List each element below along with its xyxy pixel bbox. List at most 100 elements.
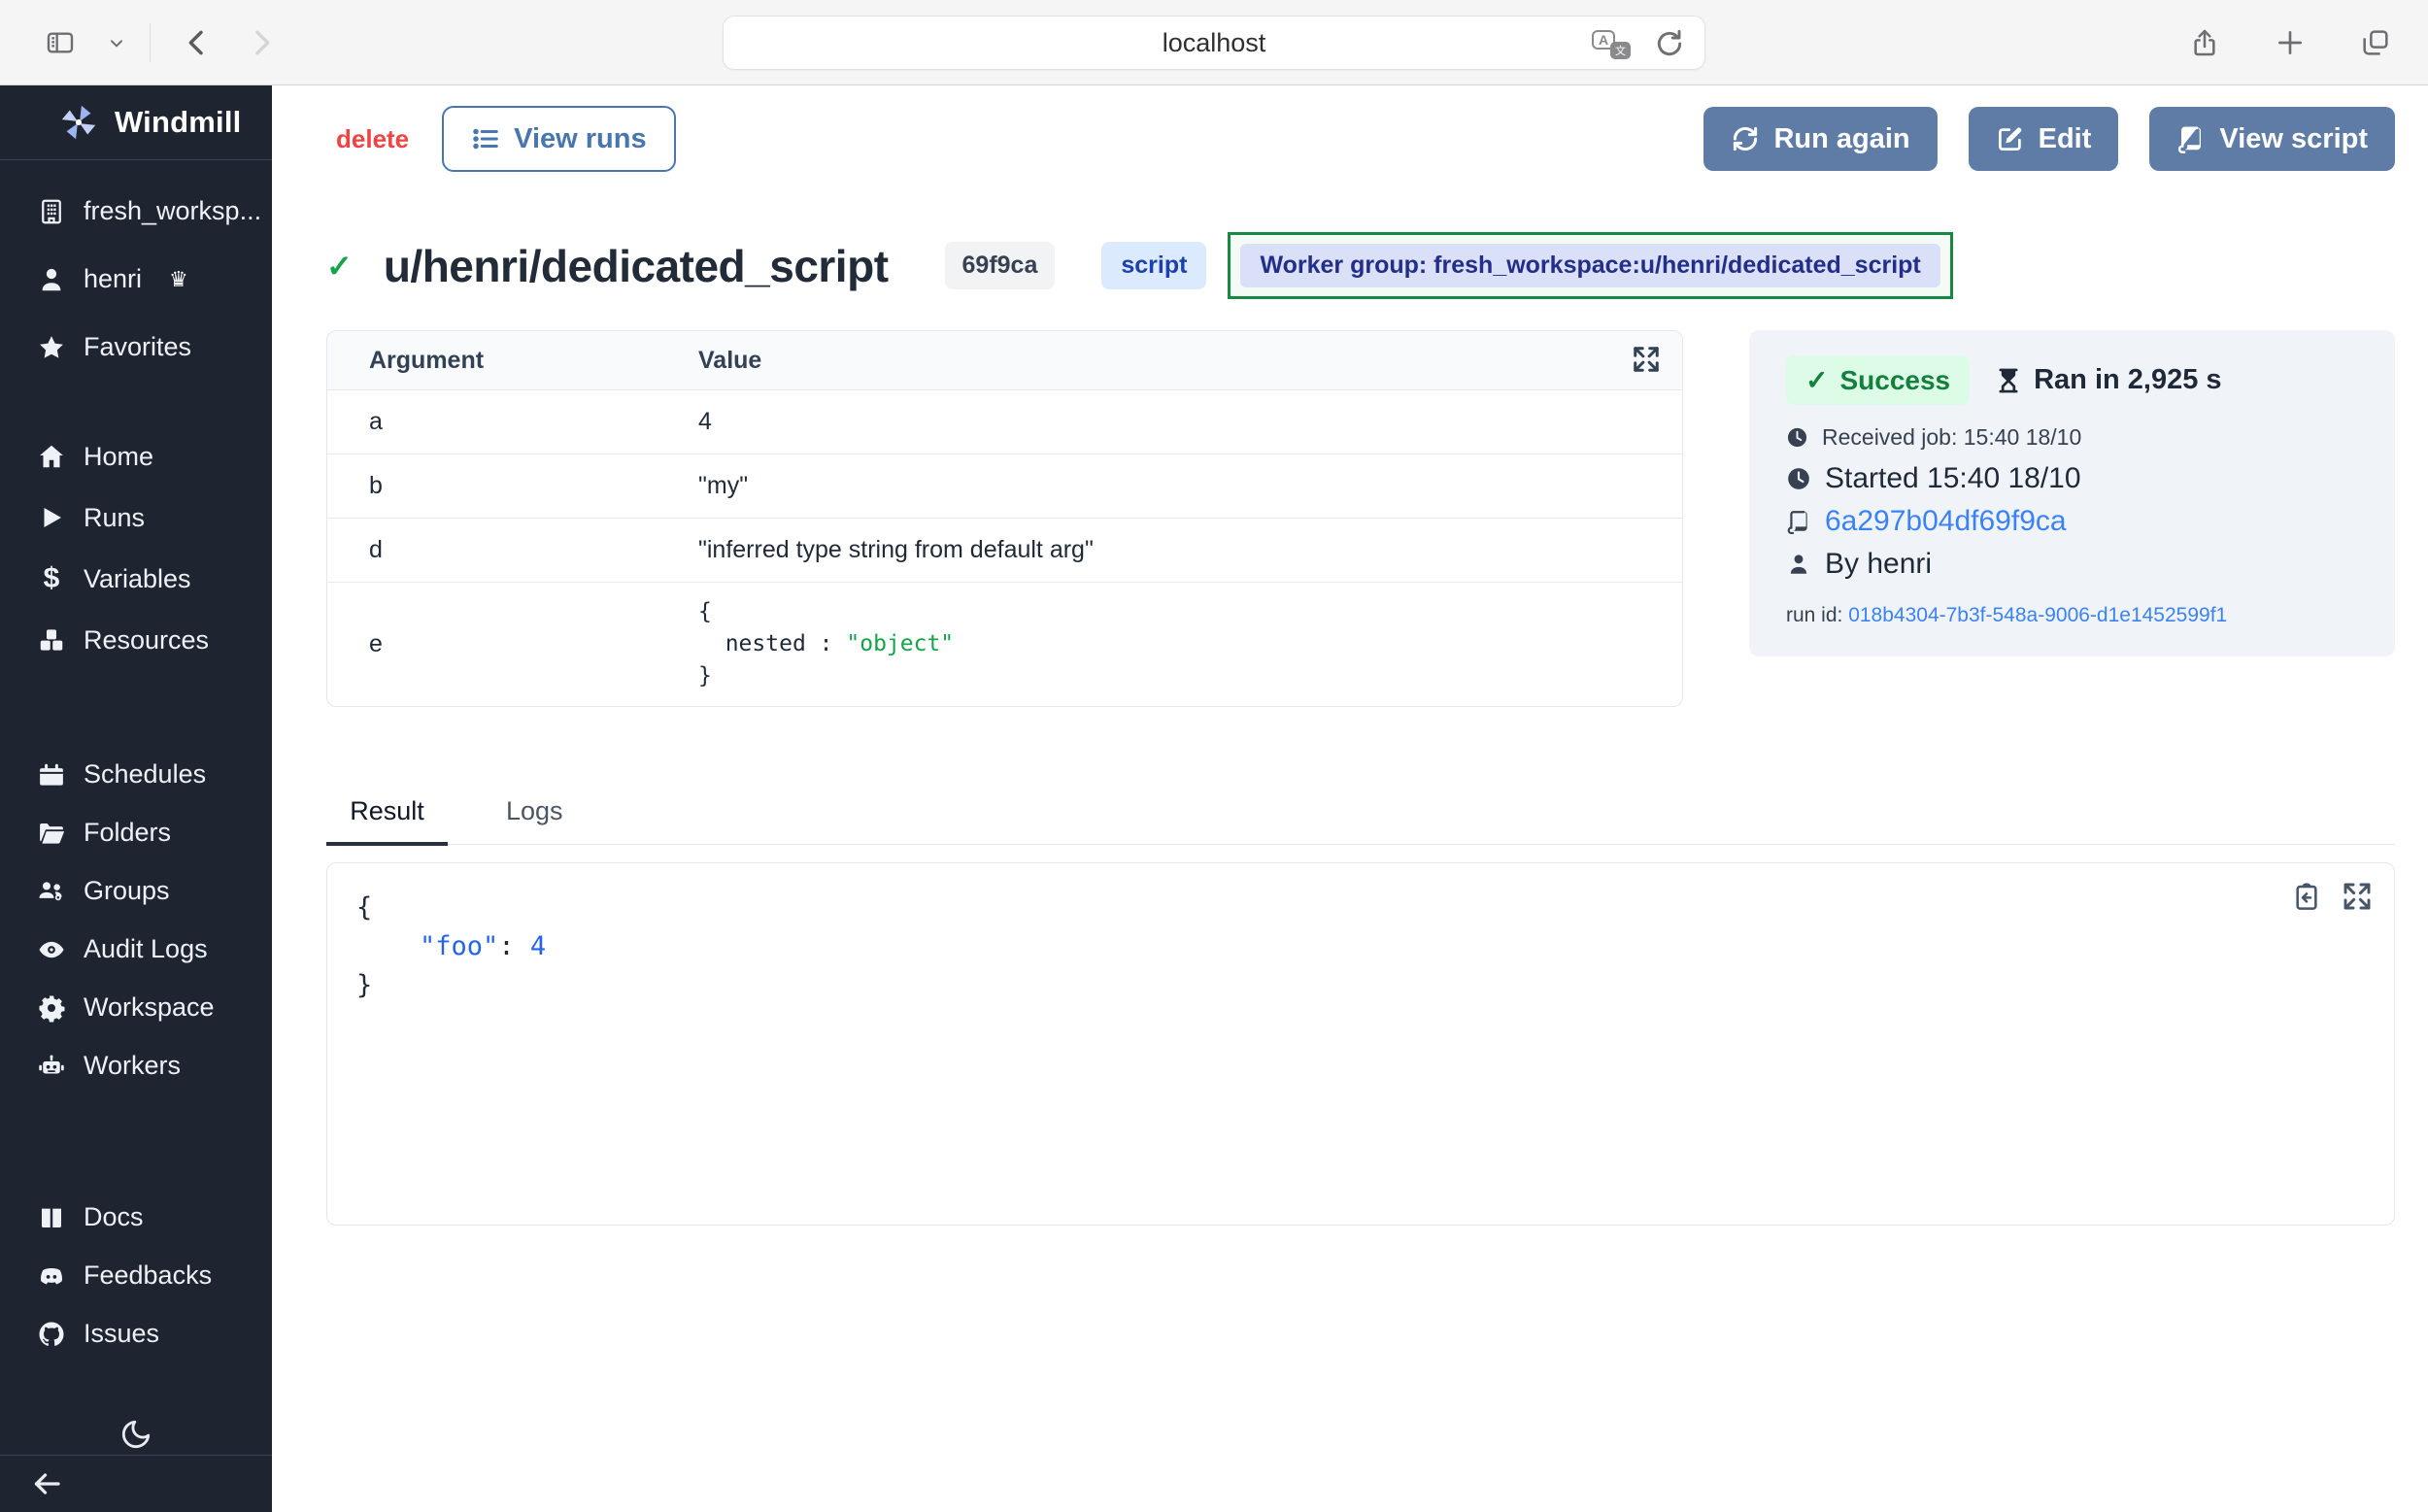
sidebar-item-favorites[interactable]: Favorites (0, 314, 272, 382)
tab-logs[interactable]: Logs (506, 796, 563, 844)
sidebar-item-home[interactable]: Home (0, 426, 272, 487)
arguments-table: Argument Value a 4 b "my" d "inferred ty… (326, 330, 1683, 707)
chevron-down-icon[interactable] (107, 25, 126, 60)
address-bar[interactable]: localhost A 文 (723, 16, 1705, 70)
dollar-icon: $ (37, 564, 66, 593)
script-hash-chip[interactable]: 69f9ca (945, 242, 1056, 289)
run-id-link[interactable]: 018b4304-7b3f-548a-9006-d1e1452599f1 (1848, 604, 2227, 626)
translate-icon[interactable]: A 文 (1592, 28, 1631, 59)
sidebar: Windmill fresh_worksp... henri ♛ (0, 85, 272, 1512)
sidebar-label-feedbacks: Feedbacks (84, 1260, 212, 1291)
sidebar-item-issues[interactable]: Issues (0, 1305, 272, 1363)
status-badge: ✓ Success (1786, 355, 1970, 405)
sidebar-item-docs[interactable]: Docs (0, 1189, 272, 1247)
job-status-panel: ✓ Success Ran in 2,925 s Received job: 1… (1749, 330, 2395, 656)
boxes-icon (37, 625, 66, 655)
args-header-argument: Argument (327, 347, 698, 375)
back-button[interactable] (180, 25, 215, 60)
browser-toolbar: localhost A 文 (0, 0, 2428, 85)
robot-icon (37, 1052, 66, 1081)
sidebar-label-docs: Docs (84, 1202, 144, 1232)
sidebar-label-workspace: Workspace (84, 992, 215, 1023)
sidebar-item-variables[interactable]: $ Variables (0, 549, 272, 610)
windmill-logo-icon (56, 100, 101, 145)
sidebar-label-groups: Groups (84, 876, 170, 906)
duration: Ran in 2,925 s (1995, 364, 2221, 396)
url-text: localhost (1163, 28, 1266, 58)
byline-text: By henri (1825, 548, 1932, 581)
tab-result[interactable]: Result (326, 796, 448, 846)
edit-label: Edit (2039, 123, 2092, 155)
received-text: Received job: 15:40 18/10 (1822, 424, 2081, 451)
view-runs-label: View runs (514, 123, 646, 155)
worker-group-chip[interactable]: Worker group: fresh_workspace:u/henri/de… (1240, 244, 1939, 287)
new-tab-icon[interactable] (2273, 25, 2308, 60)
table-row: e { nested : "object"} (327, 582, 1682, 706)
view-runs-button[interactable]: View runs (442, 106, 675, 172)
arg-name: d (327, 536, 698, 564)
started-line: Started 15:40 18/10 (1786, 462, 2358, 495)
discord-icon (37, 1261, 66, 1291)
success-check-icon: ✓ (326, 248, 353, 285)
star-icon (37, 333, 66, 362)
view-script-button[interactable]: View script (2149, 107, 2395, 171)
sidebar-item-audit-logs[interactable]: Audit Logs (0, 921, 272, 979)
scroll-icon (2176, 124, 2206, 153)
forward-button[interactable] (244, 25, 279, 60)
expand-args-icon[interactable] (1632, 345, 1665, 378)
script-hash-link[interactable]: 6a297b04df69f9ca (1825, 505, 2067, 538)
arg-value: "inferred type string from default arg" (698, 536, 1682, 564)
sidebar-label-home: Home (84, 442, 153, 472)
sidebar-item-schedules[interactable]: Schedules (0, 746, 272, 804)
translate-wen-bubble: 文 (1610, 42, 1631, 59)
windmill-logo[interactable]: Windmill (0, 85, 272, 159)
sidebar-item-workspace-settings[interactable]: Workspace (0, 979, 272, 1037)
user-icon (1786, 552, 1811, 577)
check-icon: ✓ (1805, 364, 1828, 396)
collapse-sidebar-button[interactable] (25, 1462, 68, 1505)
users-icon (37, 877, 66, 906)
workspace-name: fresh_worksp... (84, 196, 261, 226)
sidebar-item-runs[interactable]: Runs (0, 487, 272, 549)
share-icon[interactable] (2187, 25, 2222, 60)
sidebar-item-groups[interactable]: Groups (0, 862, 272, 921)
toolbar-separator (150, 23, 151, 62)
github-icon (37, 1320, 66, 1349)
args-table-header: Argument Value (327, 331, 1682, 389)
home-icon (37, 442, 66, 471)
run-again-button[interactable]: Run again (1703, 107, 1937, 171)
sidebar-label-issues: Issues (84, 1319, 159, 1349)
favorites-label: Favorites (84, 332, 191, 362)
view-script-label: View script (2219, 123, 2368, 155)
expand-result-icon[interactable] (2342, 881, 2373, 912)
reload-icon[interactable] (1652, 26, 1687, 61)
sidebar-item-feedbacks[interactable]: Feedbacks (0, 1247, 272, 1305)
page-toolbar: delete View runs Run again Edit View scr… (326, 106, 2395, 172)
delete-button[interactable]: delete (336, 124, 409, 154)
calendar-icon (37, 760, 66, 790)
duration-text: Ran in 2,925 s (2034, 364, 2221, 396)
edit-icon (1996, 124, 2025, 153)
sidebar-label-variables: Variables (84, 564, 191, 594)
arg-name: b (327, 472, 698, 500)
sidebar-item-workspace-picker[interactable]: fresh_worksp... (0, 178, 272, 246)
building-icon (37, 197, 66, 226)
sidebar-item-user[interactable]: henri ♛ (0, 246, 272, 314)
arg-name: a (327, 408, 698, 436)
edit-button[interactable]: Edit (1969, 107, 2119, 171)
sidebar-item-workers[interactable]: Workers (0, 1037, 272, 1095)
sidebar-label-folders: Folders (84, 818, 171, 848)
sidebar-toggle-icon[interactable] (43, 25, 78, 60)
run-id-row: run id: 018b4304-7b3f-548a-9006-d1e14525… (1786, 604, 2358, 627)
sidebar-item-folders[interactable]: Folders (0, 804, 272, 862)
user-name: henri (84, 264, 142, 294)
status-text: Success (1839, 365, 1950, 396)
clock-icon (1786, 426, 1808, 449)
windmill-logo-text: Windmill (115, 105, 241, 140)
main-content: delete View runs Run again Edit View scr… (272, 85, 2428, 1512)
copy-to-clipboard-icon[interactable] (2291, 881, 2322, 912)
list-icon (471, 124, 500, 153)
sidebar-item-resources[interactable]: Resources (0, 610, 272, 671)
tab-overview-icon[interactable] (2358, 25, 2393, 60)
dark-mode-toggle[interactable] (116, 1414, 156, 1455)
